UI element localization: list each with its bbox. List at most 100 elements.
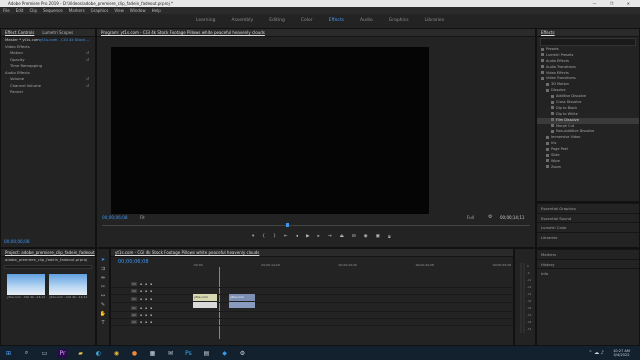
tray-icons[interactable]: ⌃ ☁ ♪ — [588, 350, 604, 356]
effects-search-input[interactable] — [540, 38, 636, 46]
edge-icon[interactable]: ◐ — [94, 349, 103, 358]
workspace-audio[interactable]: Audio — [360, 14, 373, 28]
panel-essential-sound[interactable]: Essential Sound — [537, 212, 639, 223]
premiere-icon[interactable]: Pr — [58, 348, 67, 358]
settings-icon[interactable]: ⚙ — [238, 349, 247, 358]
menu-clip[interactable]: Clip — [29, 7, 37, 14]
eye-icon[interactable]: ▪ — [145, 313, 147, 317]
workspace-graphics[interactable]: Graphics — [389, 14, 409, 28]
menu-markers[interactable]: Markers — [69, 7, 85, 14]
panel-history[interactable]: History — [537, 258, 639, 269]
menu-edit[interactable]: Edit — [16, 7, 24, 14]
play-icon[interactable]: ▶ — [306, 234, 309, 240]
sequence-tab[interactable]: yt1s.com - CGI 4k Stock Footage Pillows … — [115, 249, 259, 256]
source-label[interactable]: Master * yt1s.com — [5, 37, 40, 42]
mute-icon[interactable]: ▪ — [150, 289, 152, 293]
workspace-color[interactable]: Color — [301, 14, 313, 28]
menu-window[interactable]: Window — [130, 7, 146, 14]
workspace-effects[interactable]: Effects — [329, 14, 344, 28]
ripple-edit-icon[interactable]: ⇹ — [101, 275, 105, 281]
timeline-track[interactable]: V1 ▪ ▪ ▪ — [111, 295, 513, 303]
window-controls[interactable]: — ❐ ✕ — [593, 0, 636, 7]
menu-help[interactable]: Help — [152, 7, 161, 14]
photoshop-icon[interactable]: Ps — [184, 349, 193, 358]
timeline-track[interactable]: V2 ▪ ▪ ▪ — [111, 288, 513, 295]
lock-icon[interactable]: ▪ — [140, 320, 142, 324]
fx-timecode[interactable]: 00;00;06;08 — [4, 239, 30, 244]
track-label[interactable]: V3 — [131, 282, 137, 286]
track-label[interactable]: A1 — [131, 306, 137, 310]
time-ruler[interactable]: :00;00 00;00;14;29 00;00;29;29 00;00;44;… — [193, 263, 511, 267]
quality-select[interactable]: Full — [467, 215, 474, 220]
tab-project[interactable]: Project: adobe_premiere_clip_fadein_fade… — [5, 249, 95, 256]
menu-file[interactable]: File — [3, 7, 10, 14]
hand-icon[interactable]: ✋ — [100, 311, 106, 317]
effects-tree-item[interactable]: Zoom — [537, 165, 639, 171]
slip-icon[interactable]: ↔ — [101, 293, 105, 299]
lift-icon[interactable]: ⏏ — [340, 234, 344, 240]
project-item[interactable]: yt1s.com - CGI 4k... 14;11 — [49, 273, 87, 299]
wrench-icon[interactable]: ⚙ — [488, 214, 492, 220]
razor-icon[interactable]: ✂ — [101, 284, 105, 290]
video-viewer[interactable] — [111, 47, 429, 214]
panel-info[interactable]: Info — [537, 268, 639, 278]
track-label[interactable]: A2 — [131, 313, 137, 317]
mute-icon[interactable]: ▪ — [150, 297, 152, 301]
timeline-timecode[interactable]: 00;00;06;08 — [118, 259, 149, 265]
fx-row-panner[interactable]: Panner — [1, 89, 95, 96]
mute-icon[interactable]: ▪ — [150, 282, 152, 286]
lock-icon[interactable]: ▪ — [140, 313, 142, 317]
project-item[interactable]: yt1s.com - CGI 4k... 14;11 — [7, 273, 45, 299]
panel-lumetri-color[interactable]: Lumetri Color — [537, 222, 639, 232]
panel-libraries[interactable]: Libraries — [537, 231, 639, 242]
track-label[interactable]: A3 — [131, 320, 137, 324]
timeline-track[interactable]: A2 ▪ ▪ ▪ — [111, 312, 513, 319]
tab-lumetri-scopes[interactable]: Lumetri Scopes — [42, 29, 73, 36]
menu-sequence[interactable]: Sequence — [43, 7, 63, 14]
mute-icon[interactable]: ▪ — [150, 320, 152, 324]
menu-graphics[interactable]: Graphics — [91, 7, 109, 14]
workspace-editing[interactable]: Editing — [269, 14, 285, 28]
store-icon[interactable]: ▦ — [148, 349, 157, 358]
lock-icon[interactable]: ▪ — [140, 306, 142, 310]
timeline-track[interactable]: V3 ▪ ▪ ▪ — [111, 281, 513, 288]
workspace-assembly[interactable]: Assembly — [232, 14, 254, 28]
terminal-icon[interactable]: ▤ — [202, 349, 211, 358]
windows-start-icon[interactable]: ⊞ — [4, 349, 13, 358]
eye-icon[interactable]: ▪ — [145, 297, 147, 301]
firefox-icon[interactable]: ● — [130, 349, 139, 358]
video-clip[interactable]: yt1s.com — [229, 294, 255, 301]
track-select-icon[interactable]: ⇉ — [101, 266, 105, 272]
audio-clip[interactable] — [193, 302, 217, 308]
search-icon[interactable]: ⌕ — [22, 349, 31, 358]
mail-icon[interactable]: ✉ — [166, 349, 175, 358]
lock-icon[interactable]: ▪ — [140, 282, 142, 286]
go-to-in-icon[interactable]: ⇤ — [284, 234, 288, 240]
pen-icon[interactable]: ✎ — [101, 302, 105, 308]
menu-view[interactable]: View — [114, 7, 124, 14]
track-label[interactable]: V1 — [131, 296, 137, 301]
mark-out-icon[interactable]: } — [273, 234, 276, 240]
go-to-out-icon[interactable]: ⇥ — [328, 234, 332, 240]
panel-markers[interactable]: Markers — [537, 249, 639, 259]
project-search-input[interactable] — [4, 264, 92, 269]
workspace-learning[interactable]: Learning — [196, 14, 216, 28]
export-frame-icon[interactable]: ◉ — [364, 234, 368, 240]
workspace-libraries[interactable]: Libraries — [425, 14, 444, 28]
program-timecode[interactable]: 00;00;06;08 — [102, 215, 128, 220]
compare-icon[interactable]: ▣ — [376, 234, 380, 240]
audio-clip[interactable] — [229, 302, 255, 308]
step-back-icon[interactable]: ◂ — [296, 234, 298, 240]
task-view-icon[interactable]: ▭ — [40, 349, 49, 358]
zoom-select[interactable]: Fit — [140, 215, 145, 220]
explorer-icon[interactable]: ▰ — [76, 349, 85, 358]
program-title[interactable]: Program: yt1s.com - CGI 4k Stock Footage… — [101, 29, 265, 36]
type-icon[interactable]: T — [101, 320, 104, 326]
mark-in-icon[interactable]: { — [262, 234, 265, 240]
eye-icon[interactable]: ▪ — [145, 306, 147, 310]
eye-icon[interactable]: ▪ — [145, 289, 147, 293]
lock-icon[interactable]: ▪ — [140, 289, 142, 293]
step-forward-icon[interactable]: ▸ — [318, 234, 320, 240]
timeline-track[interactable]: A1 ▪ ▪ ▪ — [111, 305, 513, 312]
track-label[interactable]: V2 — [131, 289, 137, 293]
